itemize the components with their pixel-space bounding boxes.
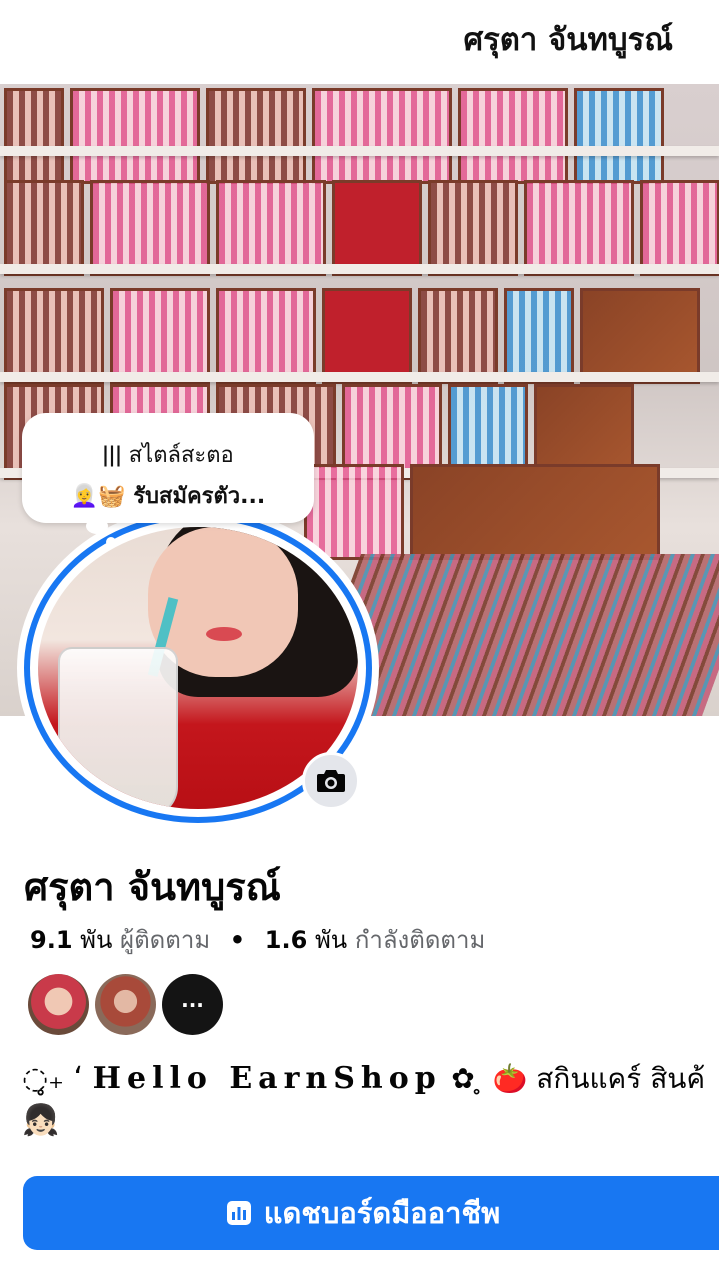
professional-dashboard-button[interactable]: แดชบอร์ดมืออาชีพ (23, 1176, 719, 1250)
followers-label[interactable]: ผู้ติดตาม (120, 926, 210, 954)
following-label[interactable]: กำลังติดตาม (355, 926, 486, 954)
stats-separator: • (229, 926, 246, 954)
more-friends-button[interactable]: ··· (162, 974, 223, 1035)
cover-shelf (0, 88, 668, 184)
followers-unit: พัน (80, 926, 113, 954)
note-line-1: ǀǀǀ สไตล์สะตอ (102, 443, 234, 468)
more-icon: ··· (181, 992, 204, 1017)
cover-shelf (300, 464, 664, 560)
change-photo-button[interactable] (302, 752, 360, 810)
profile-name: ศรุตา จันทบูรณ์ (24, 865, 281, 909)
bio-line-2: 👧🏻 (22, 1103, 60, 1138)
cover-shelf (0, 180, 719, 276)
profile-bio: ◌̥₊ ʻ Hello EarnShop ✿ ̥ 🍅 สกินแคร์ สินค… (22, 1058, 719, 1148)
note-bubble-tail (86, 518, 108, 534)
bio-suffix: ✿ ̥ 🍅 สกินแคร์ สินค้ (451, 1062, 706, 1095)
friends-preview: ··· (28, 974, 223, 1035)
note-line-2: 👩‍🦳🧺 รับสมัครตัว... (70, 484, 266, 509)
friend-avatar[interactable] (28, 974, 89, 1035)
bio-prefix: ◌̥₊ ʻ (22, 1061, 84, 1096)
cover-shelf (0, 288, 704, 384)
followers-count[interactable]: 9.1 (30, 926, 73, 954)
following-count[interactable]: 1.6 (265, 926, 308, 954)
friend-avatar[interactable] (95, 974, 156, 1035)
top-bar: ศรุตา จันทบูรณ์ (0, 0, 719, 84)
camera-icon (317, 770, 345, 792)
note-bubble[interactable]: ǀǀǀ สไตล์สะตอ 👩‍🦳🧺 รับสมัครตัว... (22, 413, 314, 523)
header-title: ศรุตา จันทบูรณ์ (463, 22, 673, 58)
dashboard-icon (226, 1201, 251, 1225)
note-bubble-tail-dot (106, 537, 116, 547)
dashboard-button-label: แดชบอร์ดมืออาชีพ (263, 1196, 501, 1230)
follow-stats: 9.1 พัน ผู้ติดตาม • 1.6 พัน กำลังติดตาม (30, 920, 485, 959)
bio-brand: Hello EarnShop (92, 1061, 442, 1096)
following-unit: พัน (314, 926, 348, 954)
